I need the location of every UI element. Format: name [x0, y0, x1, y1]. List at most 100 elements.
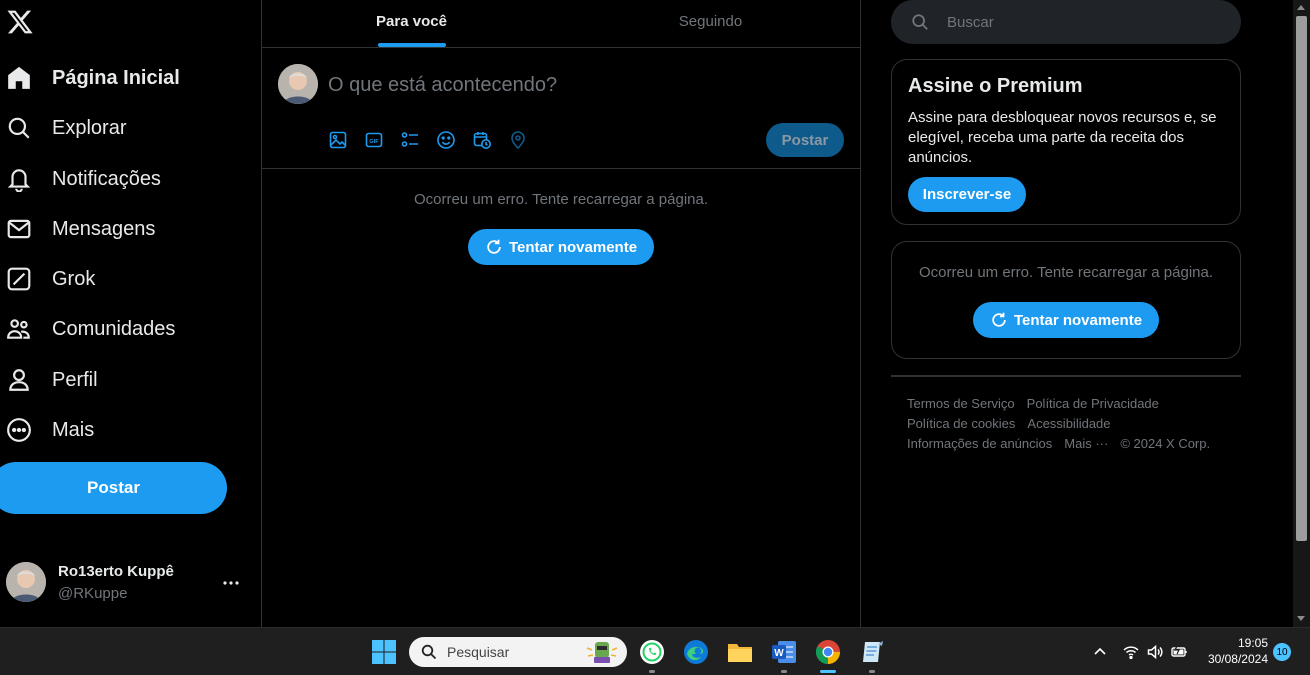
refresh-icon [990, 311, 1008, 329]
nav-home[interactable]: Página Inicial [0, 56, 180, 100]
nav-label: Mais [52, 418, 95, 441]
scroll-up-arrow-icon[interactable] [1297, 5, 1305, 10]
footer-link-cookies[interactable]: Política de cookies [907, 416, 1015, 436]
compose-post-button[interactable]: Postar [766, 123, 844, 157]
chrome-icon[interactable] [814, 638, 842, 666]
footer-link-accessibility[interactable]: Acessibilidade [1027, 416, 1110, 436]
more-circle-icon [6, 417, 32, 443]
timeline-tabs: Para você Seguindo [262, 0, 860, 48]
whatsapp-icon[interactable] [638, 638, 666, 666]
avatar [278, 64, 318, 104]
system-clock[interactable]: 19:05 30/08/2024 [1200, 635, 1268, 667]
tab-label: Para você [376, 13, 447, 30]
footer-link-ads-info[interactable]: Informações de anúncios [907, 436, 1052, 456]
nav-more[interactable]: Mais [0, 408, 94, 452]
taskbar-search-placeholder: Pesquisar [447, 644, 510, 660]
search-icon [6, 115, 32, 141]
chevron-up-icon[interactable] [1091, 643, 1109, 661]
divider [891, 375, 1241, 377]
clock-time: 19:05 [1237, 636, 1268, 650]
clock-date: 30/08/2024 [1207, 652, 1268, 666]
gif-icon[interactable]: GIF [364, 130, 384, 150]
windows-start-icon[interactable] [370, 638, 398, 666]
active-app-indicator [820, 670, 836, 673]
footer-link-privacy[interactable]: Política de Privacidade [1027, 396, 1159, 416]
bell-icon [6, 166, 32, 192]
battery-icon[interactable] [1170, 643, 1188, 661]
scroll-down-arrow-icon[interactable] [1297, 616, 1305, 621]
compose-input[interactable]: O que está acontecendo? [328, 74, 557, 97]
poll-icon[interactable] [400, 130, 420, 150]
nav-label: Página Inicial [52, 66, 180, 89]
feed-error-message: Ocorreu um erro. Tente recarregar a pági… [413, 191, 709, 208]
people-icon [6, 316, 32, 342]
image-icon[interactable] [328, 130, 348, 150]
grok-icon [6, 266, 32, 292]
svg-text:GIF: GIF [369, 139, 379, 145]
nav-label: Comunidades [52, 317, 176, 340]
nav-notifications[interactable]: Notificações [0, 157, 161, 201]
nav-label: Perfil [52, 368, 98, 391]
notification-badge[interactable]: 10 [1273, 643, 1291, 661]
file-explorer-icon[interactable] [726, 638, 754, 666]
more-dots-icon[interactable] [220, 572, 242, 594]
search-icon [421, 644, 437, 660]
nav-label: Mensagens [52, 217, 156, 240]
envelope-icon [6, 216, 32, 242]
copyright: © 2024 X Corp. [1120, 436, 1211, 451]
profile-name: Ro13erto Kuppê [58, 563, 174, 580]
nav-profile[interactable]: Perfil [0, 358, 98, 402]
taskbar-search[interactable]: Pesquisar [409, 637, 627, 667]
x-logo-icon[interactable] [6, 8, 34, 36]
tab-for-you[interactable]: Para você [262, 0, 561, 47]
search-bar[interactable] [891, 0, 1241, 44]
account-switcher[interactable]: Ro13erto Kuppê @RKuppe [0, 560, 255, 606]
volume-icon[interactable] [1146, 643, 1164, 661]
running-indicator [781, 670, 787, 673]
feed-retry-button[interactable]: Tentar novamente [468, 229, 654, 265]
trends-error-message: Ocorreu um erro. Tente recarregar a pági… [918, 264, 1214, 281]
location-icon[interactable] [508, 130, 528, 150]
nav-explore[interactable]: Explorar [0, 106, 126, 150]
premium-description: Assine para desbloquear novos recursos e… [908, 109, 1217, 166]
search-input[interactable] [947, 13, 1217, 31]
active-tab-indicator [377, 43, 446, 47]
premium-title: Assine o Premium [908, 75, 1083, 97]
nav-label: Explorar [52, 116, 127, 139]
nav-label: Notificações [52, 167, 161, 190]
windows-taskbar: Pesquisar W 19:05 30/08/2024 10 [0, 627, 1310, 675]
home-icon [6, 65, 32, 91]
tab-label: Seguindo [678, 13, 743, 30]
refresh-icon [485, 238, 503, 256]
emoji-icon[interactable] [436, 130, 456, 150]
scrollbar-thumb[interactable] [1296, 16, 1307, 541]
search-highlight-icon [585, 640, 619, 664]
left-sidebar: Página Inicial Explorar Notificações Men… [0, 0, 262, 627]
main-timeline: Para você Seguindo O que está acontecend… [262, 0, 861, 627]
footer-link-terms[interactable]: Termos de Serviço [907, 396, 1015, 416]
word-icon[interactable]: W [770, 638, 798, 666]
post-button[interactable]: Postar [0, 462, 227, 514]
footer-link-more[interactable]: Mais ··· [1064, 436, 1108, 456]
running-indicator [649, 670, 655, 673]
notepad-icon[interactable] [858, 638, 886, 666]
subscribe-button[interactable]: Inscrever-se [908, 177, 1026, 212]
page-scrollbar[interactable] [1293, 0, 1310, 627]
nav-communities[interactable]: Comunidades [0, 307, 175, 351]
avatar [6, 562, 46, 602]
trends-card: Ocorreu um erro. Tente recarregar a pági… [891, 241, 1241, 359]
retry-label: Tentar novamente [508, 238, 638, 256]
schedule-icon[interactable] [472, 130, 492, 150]
tab-following[interactable]: Seguindo [561, 0, 860, 47]
trends-retry-button[interactable]: Tentar novamente [973, 302, 1159, 338]
wifi-icon[interactable] [1122, 643, 1140, 661]
profile-handle: @RKuppe [58, 585, 128, 602]
nav-label: Grok [52, 267, 96, 290]
premium-card: Assine o Premium Assine para desbloquear… [891, 59, 1241, 225]
person-icon [6, 367, 32, 393]
nav-messages[interactable]: Mensagens [0, 207, 155, 251]
edge-icon[interactable] [682, 638, 710, 666]
nav-grok[interactable]: Grok [0, 257, 95, 301]
svg-text:W: W [774, 648, 784, 659]
compose-box: O que está acontecendo? GIF Postar [262, 48, 860, 169]
